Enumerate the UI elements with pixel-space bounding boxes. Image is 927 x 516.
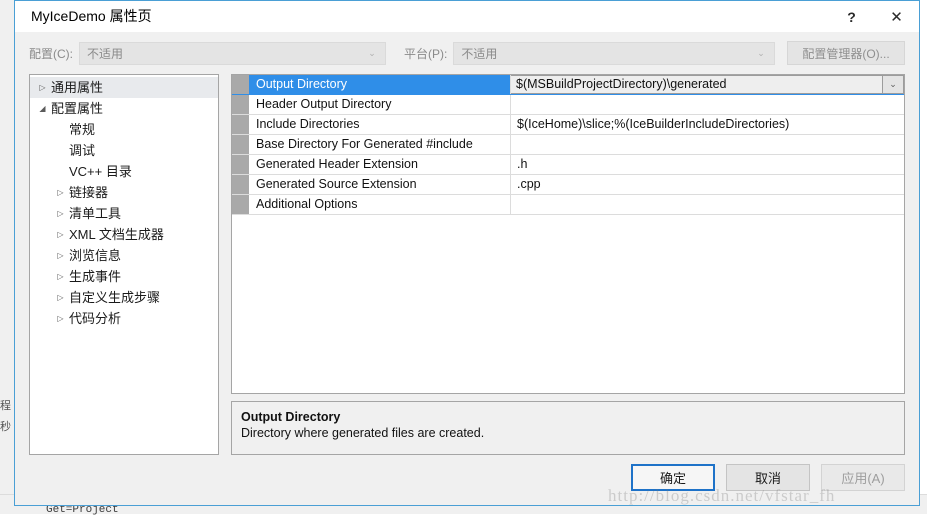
tree-item-label: VC++ 目录 (69, 161, 132, 182)
tree-item[interactable]: ▷通用属性 (30, 77, 218, 98)
property-value-cell[interactable]: .cpp (511, 175, 904, 194)
tree-item[interactable]: ▷生成事件 (30, 266, 218, 287)
dialog-footer: 确定 取消 应用(A) (15, 455, 919, 505)
tree-item-label: 浏览信息 (69, 245, 121, 266)
property-value-text: $(MSBuildProjectDirectory)\generated (516, 75, 882, 94)
chevron-down-icon: ⌄ (363, 48, 385, 59)
platform-value: 不适用 (454, 45, 752, 62)
property-grid-rows: Output Directory$(MSBuildProjectDirector… (232, 75, 904, 215)
configuration-manager-button[interactable]: 配置管理器(O)... (787, 41, 905, 65)
tree-item-label: 配置属性 (51, 98, 103, 119)
property-row-gutter (232, 115, 249, 134)
tree-item[interactable]: ▷XML 文档生成器 (30, 224, 218, 245)
collapsed-triangle-icon[interactable]: ▷ (52, 308, 69, 329)
collapsed-triangle-icon[interactable]: ▷ (52, 224, 69, 245)
backdrop-left-text: 程 秒 (0, 396, 14, 438)
property-name[interactable]: Additional Options (249, 195, 511, 214)
platform-combobox[interactable]: 不适用 ⌄ (453, 42, 775, 65)
property-name[interactable]: Output Directory (249, 75, 511, 94)
expanded-triangle-icon[interactable]: ◢ (34, 98, 51, 119)
property-row[interactable]: Additional Options (232, 195, 904, 215)
configuration-label: 配置(C): (29, 45, 73, 62)
property-value-cell[interactable]: $(MSBuildProjectDirectory)\generated⌄ (511, 75, 904, 94)
tree-item-label: 链接器 (69, 182, 108, 203)
collapsed-triangle-icon[interactable]: ▷ (52, 266, 69, 287)
property-row[interactable]: Header Output Directory (232, 95, 904, 115)
tree-item-label: 自定义生成步骤 (69, 287, 160, 308)
property-grid-empty-area (232, 215, 904, 393)
property-name[interactable]: Generated Source Extension (249, 175, 511, 194)
ok-button[interactable]: 确定 (631, 464, 715, 491)
tree-item-label: 常规 (69, 119, 95, 140)
help-icon[interactable]: ? (829, 1, 874, 32)
tree-item[interactable]: ▷代码分析 (30, 308, 218, 329)
chevron-down-icon[interactable]: ⌄ (882, 76, 903, 94)
tree-item-label: 清单工具 (69, 203, 121, 224)
chevron-down-icon: ⌄ (752, 48, 774, 59)
tree-item[interactable]: ▷链接器 (30, 182, 218, 203)
platform-label: 平台(P): (404, 45, 447, 62)
description-title: Output Directory (241, 409, 895, 425)
tree-item[interactable]: 调试 (30, 140, 218, 161)
property-value-cell[interactable] (511, 195, 904, 214)
description-panel: Output Directory Directory where generat… (231, 401, 905, 455)
property-row[interactable]: Output Directory$(MSBuildProjectDirector… (232, 75, 904, 95)
property-name[interactable]: Include Directories (249, 115, 511, 134)
dialog-titlebar: MyIceDemo 属性页 ? ✕ (15, 1, 919, 32)
property-name[interactable]: Base Directory For Generated #include (249, 135, 511, 154)
cancel-button[interactable]: 取消 (726, 464, 810, 491)
tree-item-label: 代码分析 (69, 308, 121, 329)
tree-item[interactable]: ◢配置属性 (30, 98, 218, 119)
property-row-gutter (232, 135, 249, 154)
property-value-cell[interactable] (511, 95, 904, 114)
property-tree[interactable]: ▷通用属性◢配置属性常规调试VC++ 目录▷链接器▷清单工具▷XML 文档生成器… (29, 74, 219, 455)
property-row[interactable]: Generated Header Extension.h (232, 155, 904, 175)
configuration-combobox[interactable]: 不适用 ⌄ (79, 42, 386, 65)
tree-item-label: 生成事件 (69, 266, 121, 287)
collapsed-triangle-icon[interactable]: ▷ (52, 203, 69, 224)
property-row-gutter (232, 195, 249, 214)
collapsed-triangle-icon[interactable]: ▷ (52, 182, 69, 203)
property-row[interactable]: Generated Source Extension.cpp (232, 175, 904, 195)
tree-item-label: XML 文档生成器 (69, 224, 164, 245)
tree-item[interactable]: 常规 (30, 119, 218, 140)
collapsed-triangle-icon[interactable]: ▷ (52, 287, 69, 308)
property-value-cell[interactable] (511, 135, 904, 154)
tree-item-label: 通用属性 (51, 77, 103, 98)
property-row-gutter (232, 155, 249, 174)
property-row-gutter (232, 75, 249, 94)
property-row[interactable]: Include Directories$(IceHome)\slice;%(Ic… (232, 115, 904, 135)
property-pages-dialog: MyIceDemo 属性页 ? ✕ 配置(C): 不适用 ⌄ 平台(P): 不适… (14, 0, 920, 506)
close-icon[interactable]: ✕ (874, 1, 919, 32)
tree-item[interactable]: ▷浏览信息 (30, 245, 218, 266)
description-text: Directory where generated files are crea… (241, 425, 895, 442)
property-name[interactable]: Generated Header Extension (249, 155, 511, 174)
apply-button: 应用(A) (821, 464, 905, 491)
configuration-bar: 配置(C): 不适用 ⌄ 平台(P): 不适用 ⌄ 配置管理器(O)... (15, 32, 919, 74)
property-grid[interactable]: Output Directory$(MSBuildProjectDirector… (231, 74, 905, 394)
property-row-gutter (232, 175, 249, 194)
tree-item[interactable]: ▷自定义生成步骤 (30, 287, 218, 308)
tree-item[interactable]: ▷清单工具 (30, 203, 218, 224)
tree-item-label: 调试 (69, 140, 95, 161)
dialog-title: MyIceDemo 属性页 (31, 1, 152, 32)
configuration-value: 不适用 (80, 45, 363, 62)
property-row[interactable]: Base Directory For Generated #include (232, 135, 904, 155)
right-pane: Output Directory$(MSBuildProjectDirector… (231, 74, 905, 455)
collapsed-triangle-icon[interactable]: ▷ (34, 77, 51, 98)
property-value-cell[interactable]: $(IceHome)\slice;%(IceBuilderIncludeDire… (511, 115, 904, 134)
collapsed-triangle-icon[interactable]: ▷ (52, 245, 69, 266)
property-value-cell[interactable]: .h (511, 155, 904, 174)
dialog-body: ▷通用属性◢配置属性常规调试VC++ 目录▷链接器▷清单工具▷XML 文档生成器… (15, 74, 919, 455)
property-row-gutter (232, 95, 249, 114)
tree-item[interactable]: VC++ 目录 (30, 161, 218, 182)
property-name[interactable]: Header Output Directory (249, 95, 511, 114)
